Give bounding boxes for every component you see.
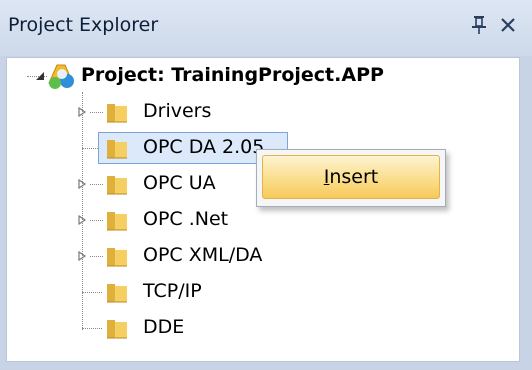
tree-item-label: Drivers [143, 100, 212, 122]
tree-item-opc-xml-da[interactable]: OPC XML/DA [7, 238, 507, 274]
tree-root-label: Project: TrainingProject.APP [81, 64, 384, 86]
expand-arrow-icon[interactable] [77, 107, 87, 117]
tree-item-label: DDE [143, 316, 185, 338]
context-menu: Insert [256, 149, 446, 207]
tree-item-label: TCP/IP [143, 280, 202, 302]
tree-item-label: OPC DA 2.05 [143, 136, 265, 158]
panel-titlebar: Project Explorer [0, 0, 532, 56]
folder-icon [107, 284, 127, 303]
project-tree[interactable]: Project: TrainingProject.APP Drivers OPC… [6, 57, 520, 362]
folder-icon [107, 176, 127, 195]
insert-menu-label: Insert [323, 166, 379, 188]
tree-item-label: OPC XML/DA [143, 244, 263, 266]
project-explorer-panel: Project Explorer Project: TrainingProjec… [0, 0, 532, 370]
project-icon [48, 64, 74, 89]
pin-icon[interactable] [470, 14, 488, 36]
tree-item-label: OPC .Net [143, 208, 229, 230]
expand-arrow-icon[interactable] [77, 179, 87, 189]
folder-icon [107, 212, 127, 231]
panel-title: Project Explorer [8, 14, 159, 36]
folder-icon [107, 248, 127, 267]
collapse-triangle-icon[interactable] [35, 71, 45, 81]
tree-item-opc-net[interactable]: OPC .Net [7, 202, 507, 238]
tree-item-dde[interactable]: DDE [7, 310, 507, 346]
expand-arrow-icon[interactable] [77, 251, 87, 261]
expand-arrow-icon[interactable] [77, 215, 87, 225]
tree-root-project[interactable]: Project: TrainingProject.APP [7, 58, 507, 94]
close-icon[interactable] [498, 14, 518, 36]
tree-item-drivers[interactable]: Drivers [7, 94, 507, 130]
folder-icon [107, 320, 127, 339]
tree-item-tcp-ip[interactable]: TCP/IP [7, 274, 507, 310]
folder-icon [107, 140, 127, 159]
insert-menu-item[interactable]: Insert [262, 155, 440, 199]
tree-item-label: OPC UA [143, 172, 216, 194]
folder-icon [107, 104, 127, 123]
